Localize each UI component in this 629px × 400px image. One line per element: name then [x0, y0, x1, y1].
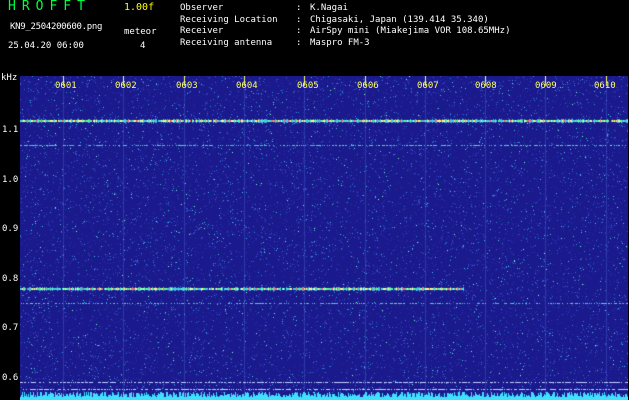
meta-row-antenna: Receiving antenna : Maspro FM-3: [180, 38, 510, 50]
x-tick-label: 0610: [594, 81, 616, 91]
hrofft-window: HROFFT 1.00f KN9_2504200600.png meteor 2…: [0, 0, 629, 400]
meta-sep: :: [296, 14, 302, 25]
meta-row-receiver: Receiver : AirSpy mini (Miakejima VOR 10…: [180, 26, 510, 38]
x-tick-label: 0608: [475, 81, 497, 91]
x-tick-label: 0604: [236, 81, 258, 91]
meta-row-observer: Observer : K.Nagai: [180, 3, 510, 15]
x-tick-label: 0607: [417, 81, 439, 91]
spectrogram-canvas: [20, 76, 628, 400]
y-tick-label: 0.9: [2, 224, 19, 234]
meta-sep: :: [296, 3, 302, 13]
version-label: 1.00f: [124, 2, 155, 13]
mode-value: 4: [140, 41, 146, 51]
datetime-label: 25.04.20 06:00: [8, 41, 84, 51]
meta-key: Receiving Location: [180, 14, 278, 25]
meta-sep: :: [296, 26, 302, 36]
meta-key: Receiver: [180, 26, 224, 36]
meta-sep: :: [296, 37, 302, 48]
meta-key: Observer: [180, 3, 224, 13]
x-tick-label: 0601: [55, 81, 77, 91]
x-tick-label: 0603: [176, 81, 198, 91]
x-tick-label: 0609: [535, 81, 557, 91]
spectrogram-plot: [20, 76, 628, 400]
y-tick-label: 1.1: [2, 125, 19, 135]
filename-label: KN9_2504200600.png: [10, 22, 103, 32]
observation-info: Observer : K.Nagai Receiving Location : …: [180, 3, 510, 49]
x-tick-label: 0602: [115, 81, 137, 91]
meta-value: Maspro FM-3: [310, 37, 370, 48]
x-tick-label: 0606: [357, 81, 379, 91]
y-tick-label: 0.8: [2, 274, 19, 284]
y-tick-label: 1.0: [2, 175, 19, 185]
meta-row-location: Receiving Location : Chigasaki, Japan (1…: [180, 15, 510, 27]
meta-value: AirSpy mini (Miakejima VOR 108.65MHz): [310, 26, 511, 36]
meta-value: K.Nagai: [310, 3, 348, 13]
meta-key: Receiving antenna: [180, 37, 273, 48]
meta-value: Chigasaki, Japan (139.414 35.340): [310, 14, 489, 25]
x-tick-label: 0605: [297, 81, 319, 91]
y-tick-label: 0.6: [2, 373, 19, 383]
y-axis-unit: kHz: [1, 73, 18, 83]
app-title: HROFFT: [8, 0, 91, 14]
y-tick-label: 0.7: [2, 323, 19, 333]
mode-label: meteor: [124, 27, 157, 37]
